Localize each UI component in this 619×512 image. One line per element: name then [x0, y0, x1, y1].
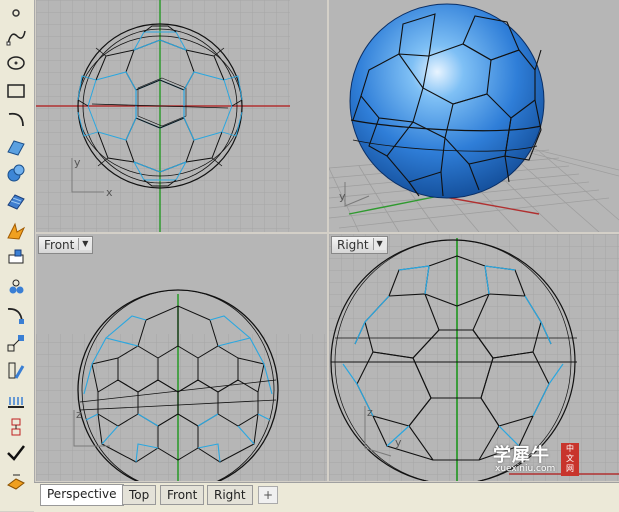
curve-icon[interactable]: [3, 24, 29, 50]
watermark-badge-char: 文: [566, 454, 574, 463]
check-icon[interactable]: [3, 440, 29, 466]
front-viewport-scene: z: [36, 289, 327, 481]
viewport-tab-bar: Perspective Top Front Right +: [34, 482, 619, 512]
watermark-site: xuexiniu.com: [495, 464, 556, 474]
analyze-icon[interactable]: [3, 358, 29, 384]
gizmo-x-label: x: [106, 186, 113, 199]
point-icon[interactable]: [3, 0, 29, 26]
watermark-badge: 中 文 网: [561, 443, 579, 476]
perspective-viewport-scene: y: [329, 3, 619, 232]
block-icon[interactable]: [3, 468, 29, 494]
render-icon[interactable]: [3, 388, 29, 414]
front-viewport[interactable]: z Front ▼: [36, 234, 327, 481]
transform-icon[interactable]: [3, 218, 29, 244]
gizmo-z-label: z: [76, 408, 82, 421]
tab-right[interactable]: Right: [207, 485, 253, 505]
construction-grid: [36, 0, 290, 232]
front-viewport-title[interactable]: Front ▼: [38, 236, 94, 254]
surface-icon[interactable]: [3, 134, 29, 160]
viewport-title-text: Right: [337, 238, 369, 252]
watermark-badge-char: 中: [566, 444, 574, 453]
mesh-icon[interactable]: [3, 188, 29, 214]
viewport-menu-arrow-icon[interactable]: ▼: [372, 238, 386, 250]
add-tab-button[interactable]: +: [258, 486, 278, 504]
site-watermark: 学犀牛 xuexiniu.com 中 文 网: [493, 441, 589, 477]
viewport-menu-arrow-icon[interactable]: ▼: [78, 238, 92, 250]
dimension-icon[interactable]: [3, 244, 29, 270]
arc-icon[interactable]: [3, 106, 29, 132]
circle-icon[interactable]: [3, 50, 29, 76]
snap-icon[interactable]: [3, 330, 29, 356]
rectangle-icon[interactable]: [3, 78, 29, 104]
top-viewport-scene: y x: [36, 0, 290, 232]
gizmo-y-label: y: [74, 156, 81, 169]
gizmo-y-label: y: [395, 436, 402, 449]
group-icon[interactable]: [3, 274, 29, 300]
gizmo-y-label: y: [339, 190, 346, 203]
curve-tools-icon[interactable]: [3, 302, 29, 328]
perspective-viewport[interactable]: y: [329, 0, 619, 232]
right-viewport-title[interactable]: Right ▼: [331, 236, 388, 254]
left-toolbar: [0, 0, 35, 511]
tab-top[interactable]: Top: [122, 485, 157, 505]
tab-perspective[interactable]: Perspective: [40, 484, 124, 506]
top-viewport[interactable]: y x: [36, 0, 327, 232]
gizmo-z-label: z: [367, 406, 373, 419]
boolean-icon[interactable]: [3, 414, 29, 440]
rendered-soccer-ball: [349, 3, 545, 199]
solid-icon[interactable]: [3, 160, 29, 186]
viewport-title-text: Front: [44, 238, 75, 252]
watermark-badge-char: 网: [566, 464, 574, 473]
tab-front[interactable]: Front: [160, 485, 205, 505]
